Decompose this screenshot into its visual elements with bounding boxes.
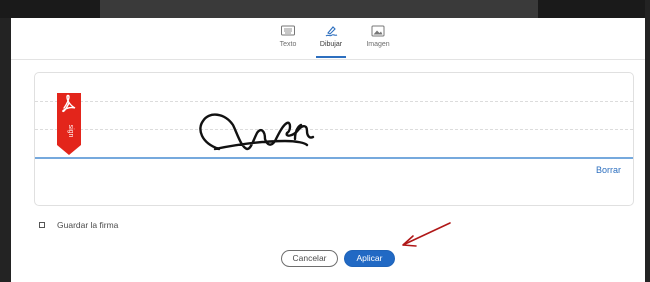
window-titlebar-left bbox=[0, 0, 100, 18]
save-signature-label: Guardar la firma bbox=[57, 220, 119, 230]
keyboard-icon bbox=[281, 25, 295, 36]
save-signature-checkbox[interactable] bbox=[39, 222, 45, 228]
tab-texto-label: Texto bbox=[279, 41, 297, 48]
sign-here-badge: sign bbox=[57, 93, 81, 155]
cancel-button[interactable]: Cancelar bbox=[281, 250, 338, 267]
apply-button[interactable]: Aplicar bbox=[344, 250, 395, 267]
signature-drawing-canvas[interactable]: sign Borrar bbox=[34, 72, 634, 206]
pen-draw-icon bbox=[325, 26, 338, 37]
annotation-arrow-icon bbox=[402, 222, 451, 247]
signature-baseline bbox=[35, 157, 633, 159]
clear-signature-link[interactable]: Borrar bbox=[596, 165, 621, 175]
guide-line-top bbox=[35, 101, 633, 102]
active-tab-indicator bbox=[316, 56, 346, 58]
drawn-signature bbox=[199, 113, 315, 151]
window-left-edge bbox=[0, 18, 11, 282]
badge-sign-text: sign bbox=[67, 125, 74, 138]
image-icon bbox=[371, 25, 385, 37]
tab-dibujar-label: Dibujar bbox=[319, 41, 343, 48]
window-titlebar bbox=[100, 0, 538, 18]
guide-line-middle bbox=[35, 129, 633, 130]
save-signature-option[interactable]: Guardar la firma bbox=[39, 218, 118, 232]
signature-mode-tabs: Texto Dibujar Imagen bbox=[11, 18, 645, 60]
window-titlebar-right bbox=[538, 0, 650, 18]
tab-dibujar[interactable]: Dibujar bbox=[316, 24, 346, 58]
tab-texto[interactable]: Texto bbox=[275, 24, 301, 58]
signature-dialog: Texto Dibujar Imagen sign Borrar Guardar… bbox=[11, 18, 645, 282]
window-right-edge bbox=[645, 0, 650, 282]
tab-imagen-label: Imagen bbox=[366, 41, 390, 48]
tab-imagen[interactable]: Imagen bbox=[363, 24, 393, 58]
